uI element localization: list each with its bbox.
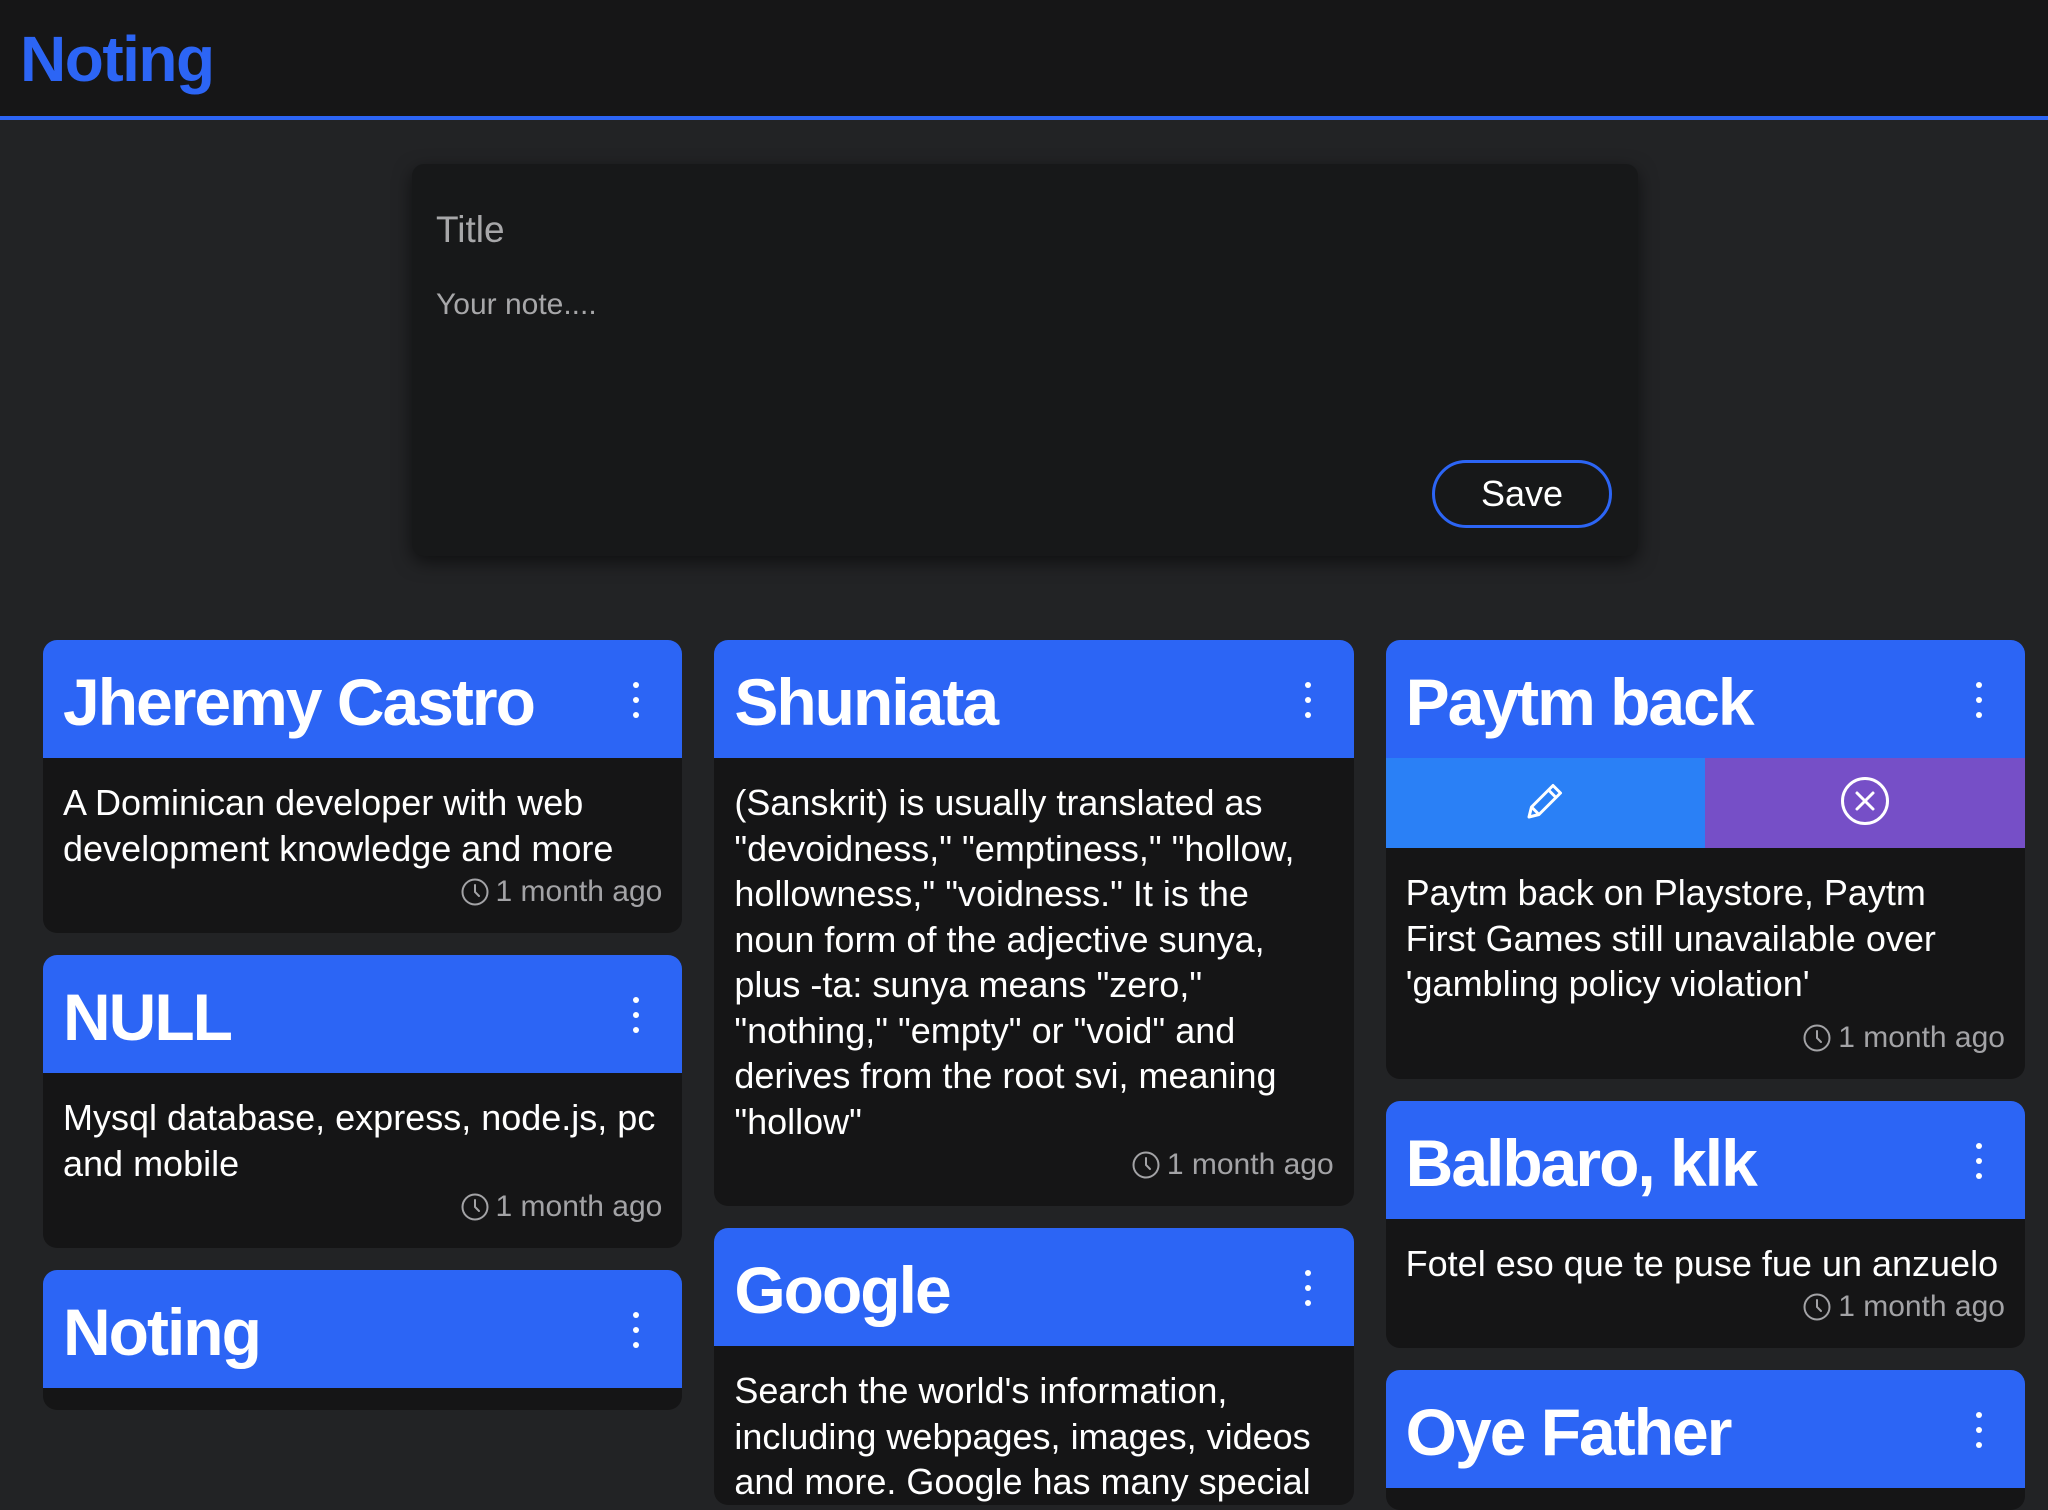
edit-note-button[interactable] [1385, 758, 1706, 848]
note-header: Google [714, 1228, 1354, 1346]
note-title: Noting [63, 1295, 262, 1369]
note-header: Balbaro, klk [1385, 1100, 2025, 1219]
note-header: Oye Father [1385, 1370, 2025, 1488]
note-title: Google [734, 1253, 951, 1327]
notes-column: Paytm back Paytm back on Playstore, Payt… [1385, 640, 2025, 1510]
note-actions [1385, 758, 2025, 848]
note-time-text: 1 month ago [1838, 1290, 2005, 1323]
title-input[interactable] [436, 204, 1586, 256]
notes-column: Shuniata (Sanskrit) is usually translate… [714, 640, 1354, 1505]
note-body: (Sanskrit) is usually translated as "dev… [734, 782, 1295, 1142]
note-card: NULL Mysql database, express, node.js, p… [43, 955, 683, 1248]
note-timestamp: 1 month ago [43, 871, 682, 933]
note-header: NULL [43, 955, 683, 1073]
note-composer: Save [412, 164, 1638, 556]
notes-grid: Jheremy Castro A Dominican developer wit… [43, 640, 2025, 1510]
note-body: Mysql database, express, node.js, pc and… [63, 1097, 656, 1184]
brand-logo[interactable]: Noting [20, 22, 215, 96]
note-textarea[interactable] [436, 288, 1586, 438]
note-body: Paytm back on Playstore, Paytm First Gam… [1405, 872, 1936, 1004]
pencil-icon [1520, 776, 1570, 831]
note-timestamp: 1 month ago [1386, 1286, 2025, 1348]
note-card: Balbaro, klk Fotel eso que te puse fue u… [1385, 1100, 2025, 1348]
delete-note-button[interactable] [1705, 758, 2025, 848]
clock-icon [460, 877, 490, 907]
more-vertical-icon[interactable] [1302, 1270, 1314, 1306]
note-time-text: 1 month ago [1166, 1148, 1334, 1181]
note-timestamp: 1 month ago [714, 1144, 1353, 1206]
note-header: Paytm back [1385, 640, 2025, 758]
note-title: Shuniata [734, 665, 999, 739]
more-vertical-icon[interactable] [1973, 1412, 1985, 1448]
note-title: NULL [63, 980, 233, 1054]
note-card: Oye Father [1385, 1370, 2025, 1510]
note-card: Google Search the world's information, i… [714, 1228, 1354, 1505]
more-vertical-icon[interactable] [1973, 1142, 1985, 1179]
note-title: Jheremy Castro [63, 665, 536, 739]
note-header: Noting [43, 1270, 683, 1388]
notes-column: Jheremy Castro A Dominican developer wit… [43, 640, 683, 1410]
note-body: Search the world's information, includin… [734, 1370, 1311, 1502]
more-vertical-icon[interactable] [630, 997, 642, 1033]
note-title: Balbaro, klk [1405, 1125, 1758, 1200]
more-vertical-icon[interactable] [630, 682, 642, 718]
note-timestamp: 1 month ago [1386, 1007, 2025, 1079]
note-time-text: 1 month ago [1838, 1020, 2005, 1054]
note-title: Paytm back [1405, 665, 1755, 739]
note-header: Jheremy Castro [43, 640, 683, 758]
close-circle-icon [1839, 775, 1891, 832]
note-time-text: 1 month ago [495, 1190, 663, 1223]
note-title: Oye Father [1405, 1395, 1733, 1469]
app-header: Noting [0, 0, 2048, 120]
note-card: Shuniata (Sanskrit) is usually translate… [714, 640, 1354, 1206]
note-timestamp: 1 month ago [43, 1186, 682, 1248]
save-button[interactable]: Save [1432, 460, 1612, 528]
note-body [1386, 1488, 2025, 1510]
clock-icon [1131, 1150, 1161, 1180]
note-card: Noting [43, 1270, 683, 1410]
more-vertical-icon[interactable] [630, 1312, 642, 1348]
note-card: Jheremy Castro A Dominican developer wit… [43, 640, 683, 933]
note-time-text: 1 month ago [495, 875, 663, 908]
note-body [43, 1388, 682, 1410]
clock-icon [1802, 1023, 1832, 1053]
more-vertical-icon[interactable] [1302, 682, 1314, 718]
note-body: A Dominican developer with web developme… [63, 782, 614, 869]
note-body: Fotel eso que te puse fue un anzuelo [1405, 1242, 1999, 1284]
note-card: Paytm back Paytm back on Playstore, Payt… [1385, 640, 2025, 1079]
clock-icon [1802, 1292, 1832, 1322]
more-vertical-icon[interactable] [1973, 682, 1985, 718]
note-header: Shuniata [714, 640, 1354, 758]
clock-icon [460, 1192, 490, 1222]
